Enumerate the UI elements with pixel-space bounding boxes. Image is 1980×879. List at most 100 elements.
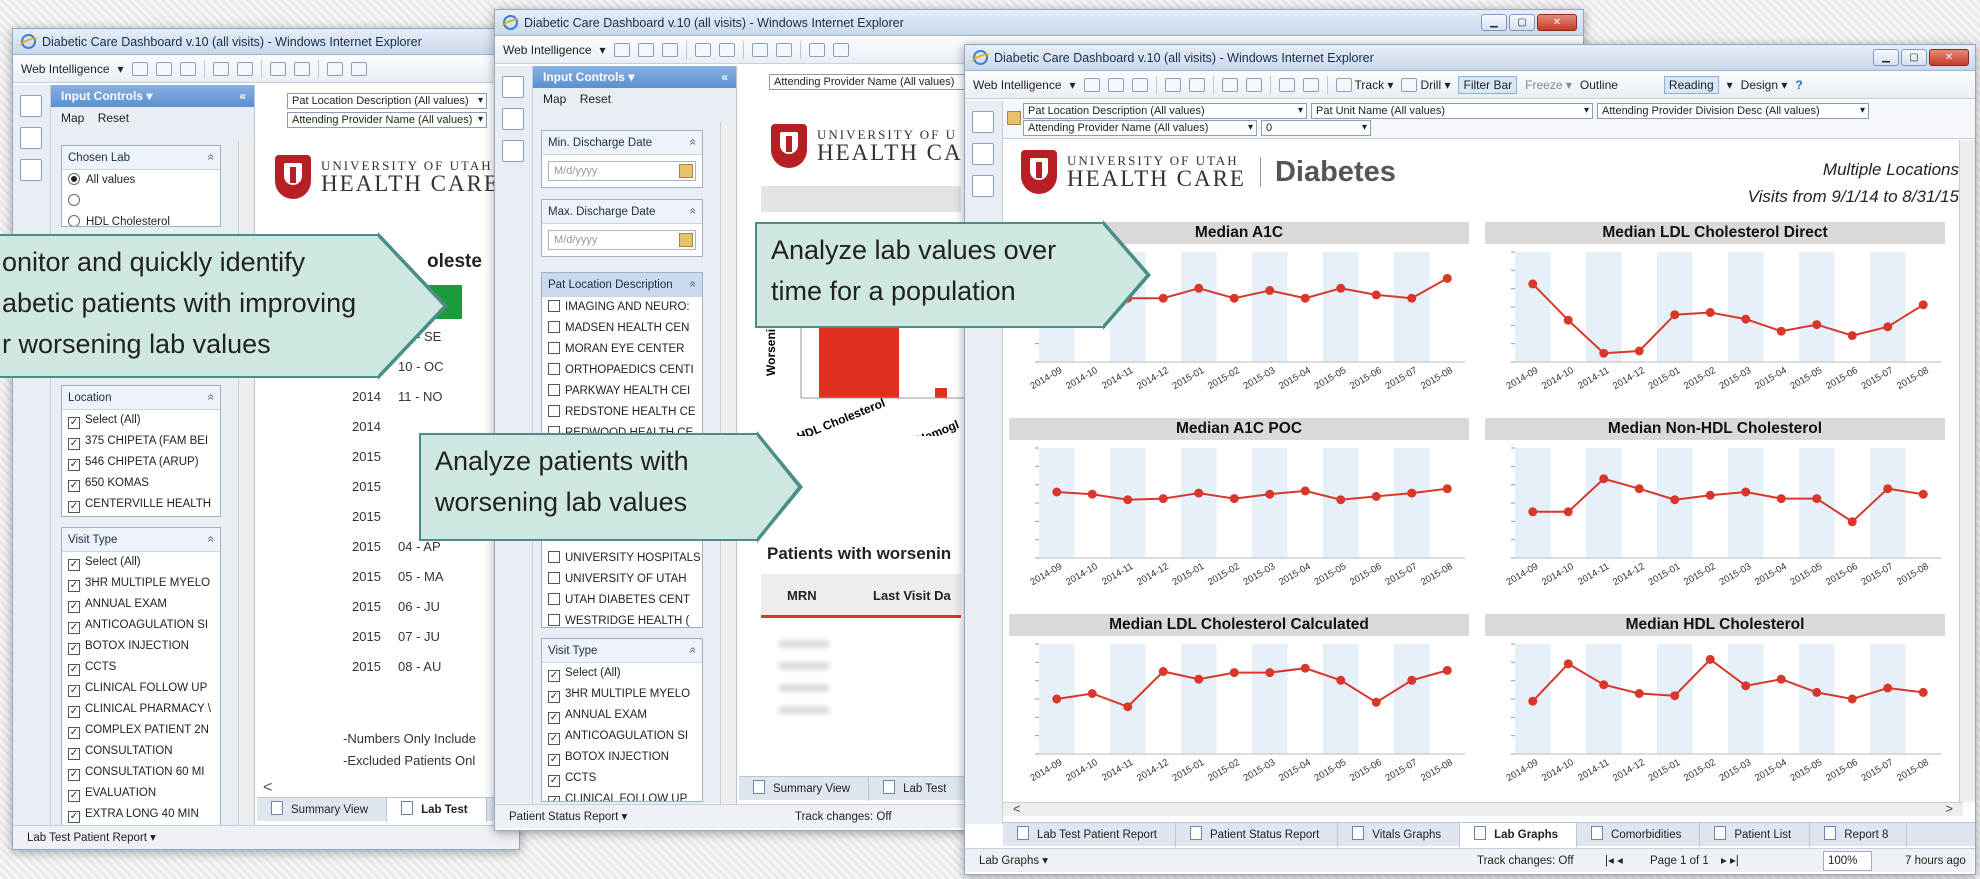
visit-type-item[interactable]: ✓ CONSULTATION 60 MI [62,762,220,783]
print-icon[interactable] [212,61,229,76]
title-bar[interactable]: Diabetic Care Dashboard v.10 (all visits… [965,45,1975,71]
data-point[interactable] [1705,490,1715,500]
save-icon[interactable] [179,61,196,76]
print-icon[interactable] [694,42,711,57]
data-point[interactable] [1812,687,1822,697]
data-point[interactable] [1599,348,1609,358]
attending-division-filter[interactable]: Attending Provider Division Desc (All va… [1597,103,1869,119]
h-scroll-bar[interactable]: < > [1003,802,1963,816]
export-icon[interactable] [751,42,768,57]
data-point[interactable] [1194,674,1204,684]
data-point[interactable] [1883,322,1893,332]
web-intelligence-menu[interactable]: Web Intelligence [973,78,1062,92]
minimize-button[interactable]: ▁ [1873,49,1899,66]
data-point[interactable] [1158,667,1168,676]
data-point[interactable] [1442,484,1452,494]
location-item[interactable]: ✓ Select (All) [62,410,220,431]
data-point[interactable] [1194,283,1204,293]
zoom-select[interactable]: 100% [1823,851,1873,871]
reading-button[interactable]: Reading [1663,75,1719,94]
freeze-button[interactable]: Freeze ▾ [1525,78,1572,92]
data-point[interactable] [1371,697,1381,707]
location-item[interactable]: ✓ CENTERVILLE HEALTH [62,494,220,515]
visit-type-item[interactable]: ✓ EVALUATION [62,783,220,804]
web-intelligence-menu[interactable]: Web Intelligence [21,62,110,76]
visit-type-item[interactable]: ✓ Select (All) [542,663,702,684]
data-point[interactable] [1918,489,1928,499]
data-point[interactable] [1883,484,1893,494]
data-point[interactable] [1087,489,1097,499]
data-point[interactable] [1634,689,1644,698]
pat-location-item[interactable]: ORTHOPAEDICS CENTI [542,360,702,381]
visit-type-item[interactable]: ✓ CONSULTATION [62,741,220,762]
data-point[interactable] [1123,495,1133,505]
filter-bar-button[interactable]: Filter Bar [1458,75,1518,94]
data-point[interactable] [1883,683,1893,693]
pat-location-item[interactable]: IMAGING AND NEURO: [542,297,702,318]
minimize-button[interactable]: ▁ [1481,14,1507,31]
undo-icon[interactable] [1278,77,1295,92]
pat-location-filter[interactable]: Pat Location Description (All values) [1023,103,1307,119]
tab-patient-list[interactable]: Patient List [1700,822,1811,847]
data-point[interactable] [1300,663,1310,673]
visit-type-item[interactable]: ✓ CLINICAL FOLLOW UP [542,789,702,801]
data-point[interactable] [1265,286,1275,295]
undo-icon[interactable] [326,61,343,76]
document-icon[interactable] [20,95,42,117]
title-bar[interactable]: Diabetic Care Dashboard v.10 (all visits… [495,10,1583,36]
radio-all-values[interactable]: All values [62,170,220,191]
data-point[interactable] [1052,694,1062,704]
data-point[interactable] [1442,665,1452,675]
redo-icon[interactable] [350,61,367,76]
export-icon[interactable] [1221,77,1238,92]
data-point[interactable] [1776,674,1786,684]
visit-type-item[interactable]: ✓ ANNUAL EXAM [62,594,220,615]
input-controls-header[interactable]: Input Controls ▾ « [51,85,254,107]
maximize-button[interactable]: ▢ [1901,49,1927,66]
attending-provider-filter[interactable]: Attending Provider Name (All values) [1023,120,1257,136]
data-point[interactable] [1265,668,1275,678]
visit-type-item[interactable]: ✓ ANTICOAGULATION SI [62,615,220,636]
data-point[interactable] [1599,680,1609,690]
data-point[interactable] [1741,314,1751,324]
first-page-button[interactable]: |◂ ◂ [1605,849,1623,873]
data-point[interactable] [1407,293,1417,303]
radio-option[interactable] [62,191,220,212]
document-icon[interactable] [502,76,524,98]
find-icon[interactable] [236,61,253,76]
data-point[interactable] [1407,675,1417,685]
data-point[interactable] [1847,694,1857,704]
data-point[interactable] [1528,696,1538,706]
visit-type-item[interactable]: ✓ CLINICAL FOLLOW UP [62,678,220,699]
redo-icon[interactable] [1302,77,1319,92]
tree-icon[interactable] [972,143,994,165]
close-button[interactable]: ✕ [1537,14,1577,31]
undo-icon[interactable] [808,42,825,57]
data-point[interactable] [1442,273,1452,283]
visit-type-item[interactable]: ✓ Select (All) [62,552,220,573]
data-point[interactable] [1918,687,1928,697]
data-point[interactable] [1158,494,1168,504]
close-button[interactable]: ✕ [1929,49,1969,66]
data-point[interactable] [1847,331,1857,341]
maximize-button[interactable]: ▢ [1509,14,1535,31]
data-point[interactable] [1812,494,1822,504]
tab-lab-test[interactable]: Lab Test [869,776,966,801]
data-point[interactable] [1705,308,1715,317]
new-doc-icon[interactable] [613,42,630,57]
location-item[interactable]: ✓ 650 KOMAS [62,473,220,494]
visit-type-item[interactable]: ✓ ANNUAL EXAM [542,705,702,726]
mail-icon[interactable] [775,42,792,57]
document-icon[interactable] [972,111,994,133]
pat-unit-filter[interactable]: Pat Unit Name (All values) [1311,103,1593,119]
data-point[interactable] [1123,702,1133,712]
min-date-input[interactable]: M/d/yyyy [548,161,696,181]
visit-type-item[interactable]: ✓ BOTOX INJECTION [62,636,220,657]
tab-patient-status-report[interactable]: Patient Status Report [1176,822,1339,847]
data-point[interactable] [1634,484,1644,494]
input-controls-icon[interactable] [972,175,994,197]
tab-lab-test[interactable]: Lab Test [387,797,487,822]
find-icon[interactable] [1188,77,1205,92]
save-icon[interactable] [1131,77,1148,92]
map-link[interactable]: Map [543,92,566,106]
